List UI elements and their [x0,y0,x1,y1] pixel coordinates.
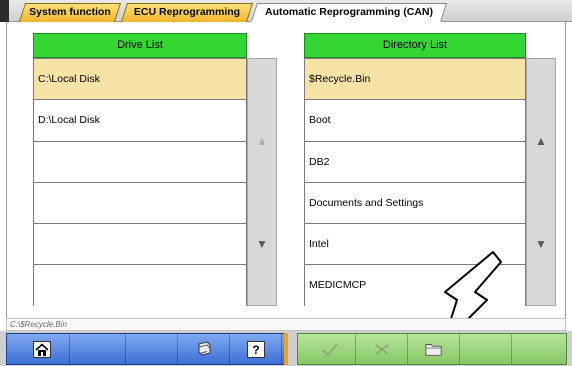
tab-system-function-label: System function [29,6,111,18]
tab-strip: System function ECU Reprogramming Automa… [0,0,572,22]
tab-strip-corner [0,0,9,22]
directory-list-item[interactable]: Boot [305,99,525,141]
triangle-down-icon: ▼ [256,237,268,251]
tab-automatic-reprogramming[interactable]: Automatic Reprogramming (CAN) [250,3,448,22]
check-icon [321,341,339,358]
print-button[interactable] [178,334,230,364]
drive-list-item[interactable]: D:\Local Disk [34,99,246,141]
confirm-button[interactable] [304,334,356,364]
drive-list: C:\Local Disk D:\Local Disk [33,58,247,306]
cross-icon [373,341,391,358]
help-button[interactable]: ? [230,334,282,364]
main-panel: Drive List C:\Local Disk D:\Local Disk ▲… [6,22,566,345]
drive-list-item[interactable] [34,223,246,265]
directory-list-scrollbar[interactable]: ▲ ▼ [526,58,556,306]
toolbar-blank-button-1[interactable] [70,334,126,364]
directory-scroll-down-button[interactable]: ▼ [527,183,555,305]
directory-scroll-up-button[interactable]: ▲ [527,99,555,183]
toolbar-left-end-marker [284,333,288,365]
drive-scroll-down-button[interactable]: ▼ [248,183,276,305]
drive-list-item[interactable] [34,140,246,182]
toolbar-blank-button-3[interactable] [460,334,512,364]
current-path: C:\$Recycle.Bin [6,318,566,331]
open-folder-button[interactable] [408,334,460,364]
drive-list-item[interactable]: C:\Local Disk [34,58,246,100]
tab-ecu-reprogramming-label: ECU Reprogramming [133,6,241,18]
triangle-up-icon: ▲ [256,134,268,148]
drive-list-item[interactable] [34,181,246,224]
toolbar-blank-button-4[interactable] [512,334,566,364]
tab-system-function[interactable]: System function [18,3,122,22]
help-icon: ? [246,340,265,358]
directory-list-item[interactable]: DB2 [305,140,525,182]
drive-list-header: Drive List [33,33,247,58]
drive-list-title: Drive List [117,39,163,51]
svg-text:?: ? [252,343,259,357]
triangle-up-icon: ▲ [535,134,547,148]
drive-list-item[interactable] [34,264,246,306]
drive-scroll-up-button[interactable]: ▲ [248,99,276,183]
directory-list-item[interactable]: Documents and Settings [305,181,525,224]
directory-list-item[interactable]: $Recycle.Bin [305,58,525,100]
directory-list-header: Directory List [304,33,526,58]
home-button[interactable] [14,334,70,364]
folder-icon [424,341,443,358]
triangle-down-icon: ▼ [535,237,547,251]
bottom-toolbar: ? [0,331,572,366]
cancel-button[interactable] [356,334,408,364]
drive-list-scrollbar[interactable]: ▲ ▼ [247,58,277,306]
toolbar-blank-button-2[interactable] [126,334,178,364]
tab-ecu-reprogramming[interactable]: ECU Reprogramming [120,3,254,22]
print-icon [195,340,213,358]
directory-list-title: Directory List [382,39,448,51]
home-icon [32,340,51,358]
tab-automatic-reprogramming-label: Automatic Reprogramming (CAN) [264,6,433,18]
